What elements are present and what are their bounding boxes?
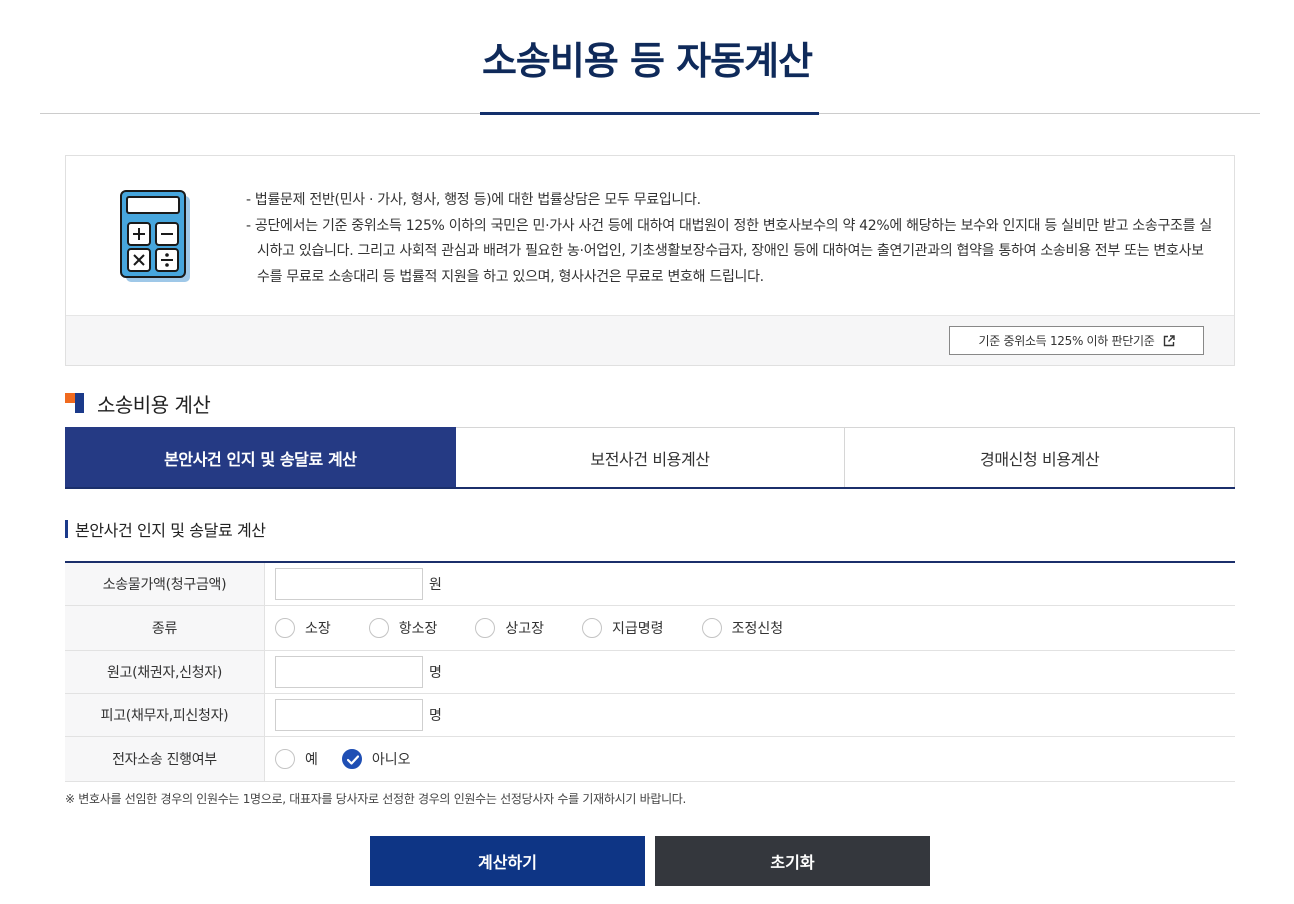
radio-circle[interactable] <box>368 618 389 638</box>
radio-label: 상고장 <box>505 621 545 637</box>
title-divider-accent <box>480 112 819 115</box>
criteria-link-button[interactable]: 기준 중위소득 125% 이하 판단기준 <box>949 326 1204 355</box>
page-title: 소송비용 등 자동계산 <box>481 39 813 83</box>
radio-type-payment-order[interactable]: 지급명령 <box>582 618 664 638</box>
info-footer: 기준 중위소득 125% 이하 판단기준 <box>66 315 1234 365</box>
amount-label: 소송물가액(청구금액) <box>65 563 265 605</box>
form-note: ※ 변호사를 선임한 경우의 인원수는 1명으로, 대표자를 당사자로 선정한 … <box>65 792 687 806</box>
plaintiff-unit: 명 <box>429 665 442 681</box>
row-amount: 소송물가액(청구금액) 원 <box>65 563 1235 606</box>
plaintiff-label: 원고(채권자,신청자) <box>65 651 265 693</box>
radio-type-complaint[interactable]: 소장 <box>275 618 331 638</box>
row-type: 종류 소장 항소장 상고장 지급명령 조정신청 <box>65 606 1235 651</box>
radio-circle[interactable] <box>701 618 722 638</box>
checkmark-icon[interactable] <box>341 749 362 769</box>
tab-preservation[interactable]: 보전사건 비용계산 <box>455 427 846 487</box>
radio-label: 예 <box>305 752 318 768</box>
form-table: 소송물가액(청구금액) 원 종류 소장 항소장 상고장 지급명령 조정신청 원고… <box>65 561 1235 782</box>
external-link-icon <box>1163 334 1175 347</box>
info-box: - 법률문제 전반(민사 · 가사, 형사, 행정 등)에 대한 법률상담은 모… <box>65 155 1235 366</box>
radio-circle[interactable] <box>475 618 496 638</box>
radio-type-mediation[interactable]: 조정신청 <box>701 618 784 638</box>
defendant-label: 피고(채무자,피신청자) <box>65 694 265 736</box>
criteria-button-label: 기준 중위소득 125% 이하 판단기준 <box>978 334 1155 348</box>
section-heading: 소송비용 계산 <box>65 390 211 417</box>
radio-label: 항소장 <box>398 621 438 637</box>
amount-input[interactable] <box>275 568 423 600</box>
tab-bar: 본안사건 인지 및 송달료 계산 보전사건 비용계산 경매신청 비용계산 <box>65 427 1236 489</box>
radio-type-appeal[interactable]: 항소장 <box>368 618 438 638</box>
amount-unit: 원 <box>429 577 442 593</box>
radio-circle[interactable] <box>275 618 295 638</box>
tab-main-case[interactable]: 본안사건 인지 및 송달료 계산 <box>65 427 456 487</box>
electronic-label: 전자소송 진행여부 <box>65 737 265 781</box>
form-heading: 본안사건 인지 및 송달료 계산 <box>65 519 266 540</box>
defendant-input[interactable] <box>275 699 423 731</box>
info-text: - 법률문제 전반(민사 · 가사, 형사, 행정 등)에 대한 법률상담은 모… <box>246 188 1214 290</box>
radio-electronic-yes[interactable]: 예 <box>275 749 318 769</box>
radio-label: 지급명령 <box>612 621 664 637</box>
calculate-button[interactable]: 계산하기 <box>370 836 645 886</box>
radio-label: 소장 <box>305 621 331 637</box>
radio-electronic-no[interactable]: 아니오 <box>341 749 411 769</box>
plaintiff-input[interactable] <box>275 656 423 688</box>
info-line: - 법률문제 전반(민사 · 가사, 형사, 행정 등)에 대한 법률상담은 모… <box>246 192 701 208</box>
radio-type-final-appeal[interactable]: 상고장 <box>475 618 544 638</box>
row-plaintiff: 원고(채권자,신청자) 명 <box>65 651 1235 694</box>
calculator-icon <box>120 190 192 284</box>
tab-auction[interactable]: 경매신청 비용계산 <box>845 427 1236 487</box>
section-heading-text: 소송비용 계산 <box>97 392 211 417</box>
radio-circle[interactable] <box>582 618 603 638</box>
defendant-unit: 명 <box>429 708 442 724</box>
radio-label: 조정신청 <box>731 621 784 637</box>
info-line: - 공단에서는 기준 중위소득 125% 이하의 국민은 민·가사 사건 등에 … <box>246 217 1212 285</box>
radio-circle[interactable] <box>275 749 295 769</box>
heading-mark-icon <box>65 393 85 413</box>
type-label: 종류 <box>65 606 265 650</box>
row-defendant: 피고(채무자,피신청자) 명 <box>65 694 1235 737</box>
form-heading-text: 본안사건 인지 및 송달료 계산 <box>75 521 266 540</box>
reset-button[interactable]: 초기화 <box>655 836 930 886</box>
form-heading-bar <box>65 520 68 538</box>
row-electronic: 전자소송 진행여부 예 아니오 <box>65 737 1235 782</box>
radio-label: 아니오 <box>371 752 411 768</box>
